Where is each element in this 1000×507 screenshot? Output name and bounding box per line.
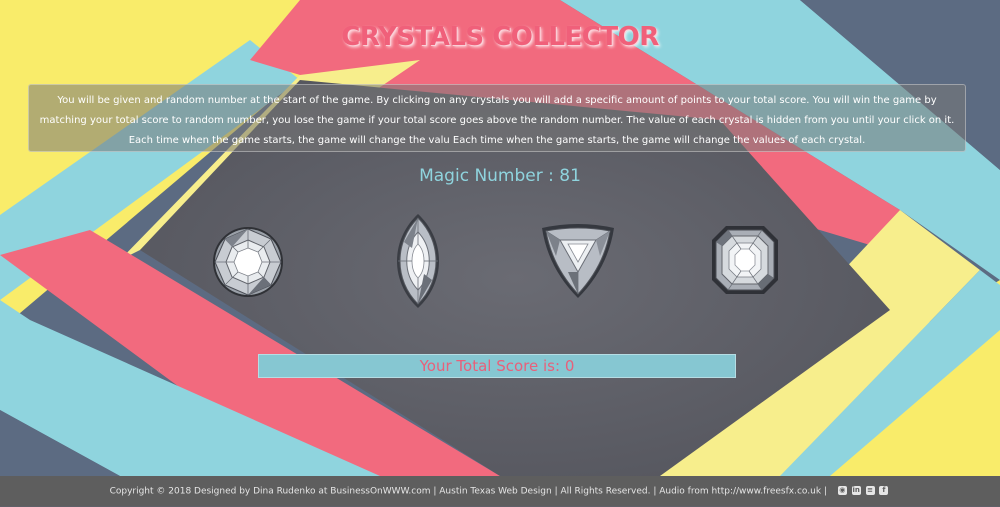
- instructions-panel: You will be given and random number at t…: [28, 84, 966, 152]
- total-score-bar: Your Total Score is: 0: [258, 354, 736, 378]
- social-links: ◉ in ≡ f: [837, 476, 891, 506]
- game-title: CRYSTALS COLLECTOR: [341, 22, 659, 52]
- footer-copyright: Copyright © 2018 Designed by Dina Rudenk…: [109, 486, 827, 497]
- asscher-crystal[interactable]: [710, 224, 780, 296]
- github-icon[interactable]: ◉: [837, 486, 847, 495]
- trillion-crystal[interactable]: [538, 222, 618, 300]
- round-crystal[interactable]: [210, 226, 286, 298]
- stackoverflow-icon[interactable]: ≡: [865, 486, 875, 495]
- magic-number: Magic Number : 81: [419, 166, 581, 186]
- facebook-icon[interactable]: f: [879, 486, 889, 495]
- marquise-crystal[interactable]: [386, 212, 450, 310]
- footer: Copyright © 2018 Designed by Dina Rudenk…: [0, 476, 1000, 506]
- background-artwork: [0, 0, 1000, 506]
- linkedin-icon[interactable]: in: [851, 486, 861, 495]
